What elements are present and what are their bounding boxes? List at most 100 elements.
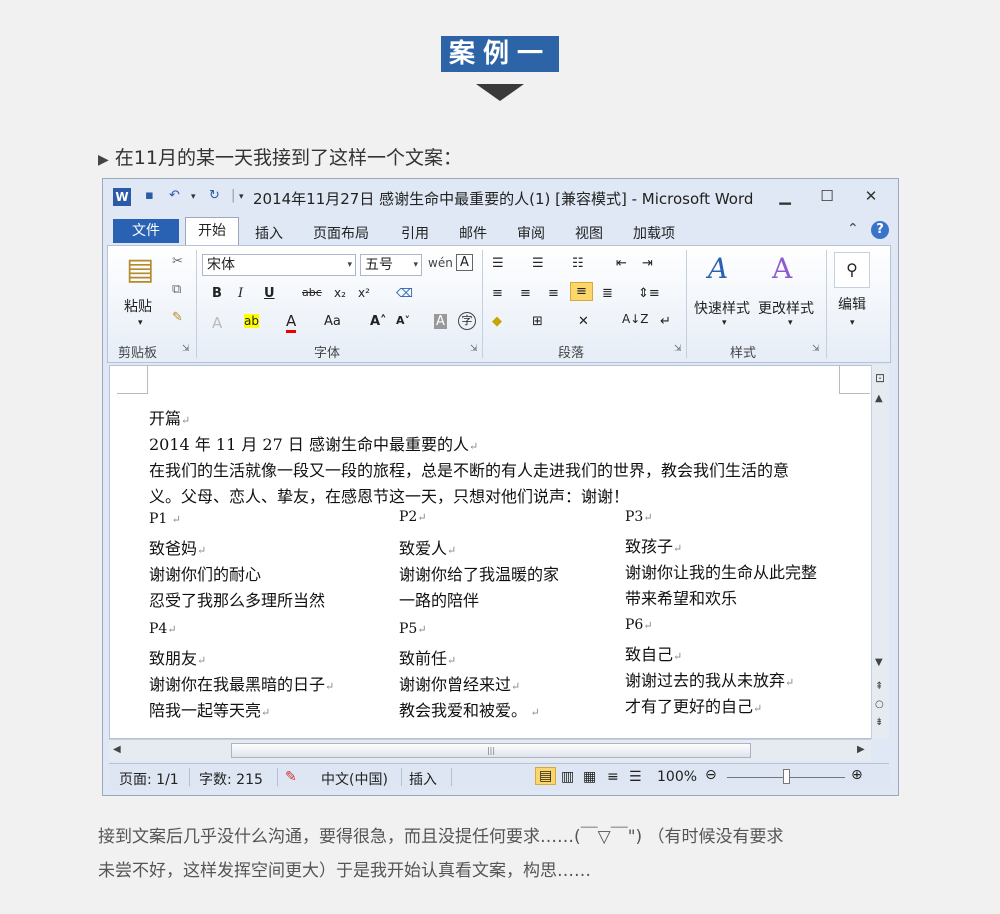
editing-button-label[interactable]: 编辑 (838, 294, 866, 314)
browse-object-icon[interactable]: ○ (875, 699, 884, 710)
align-left-icon[interactable]: ≡ (492, 286, 503, 301)
change-styles-dropdown-icon[interactable]: ▾ (788, 318, 793, 328)
align-center-icon[interactable]: ≡ (520, 286, 531, 301)
highlight-icon[interactable]: ab (244, 314, 259, 328)
subscript-icon[interactable]: x₂ (334, 286, 346, 300)
quick-styles-dropdown-icon[interactable]: ▾ (722, 318, 727, 328)
undo-icon[interactable]: ↶ (169, 188, 180, 203)
shading-icon[interactable]: ◆ (492, 314, 502, 329)
maximize-icon[interactable]: ☐ (813, 187, 841, 205)
help-icon[interactable]: ? (871, 221, 889, 239)
scroll-right-icon[interactable]: ▶ (857, 744, 865, 755)
scroll-down-icon[interactable]: ▼ (875, 657, 883, 668)
collapse-ribbon-icon[interactable]: ⌃ (847, 221, 859, 237)
font-size-combo[interactable]: 五号 ▾ (360, 254, 422, 276)
draft-icon[interactable]: ☰ (629, 769, 642, 785)
zoom-level[interactable]: 100% (657, 769, 697, 785)
font-launcher-icon[interactable]: ⇲ (470, 344, 478, 354)
clear-format-icon[interactable]: ⌫ (396, 286, 413, 300)
insert-mode[interactable]: 插入 (409, 769, 437, 789)
outline-icon[interactable]: ≡ (607, 769, 619, 785)
paste-icon[interactable]: ▤ (126, 252, 154, 287)
language-indicator[interactable]: 中文(中国) (321, 769, 388, 789)
grow-font-icon[interactable]: A˄ (370, 314, 387, 329)
line-spacing-icon[interactable]: ⇕≡ (638, 286, 660, 301)
previous-page-icon[interactable]: ⇞ (875, 681, 883, 692)
zoom-slider-thumb[interactable] (783, 769, 790, 784)
tab-file[interactable]: 文件 (113, 219, 179, 243)
change-styles-icon[interactable]: A (772, 252, 792, 285)
change-styles-label[interactable]: 更改样式 (758, 298, 814, 318)
horizontal-scrollbar[interactable]: ◀ ||| ▶ (109, 739, 871, 761)
superscript-icon[interactable]: x² (358, 286, 370, 300)
tab-insert[interactable]: 插入 (255, 223, 283, 243)
styles-launcher-icon[interactable]: ⇲ (812, 344, 820, 354)
increase-indent-icon[interactable]: ⇥ (642, 256, 653, 271)
col-p3-line3: 带来希望和欢乐 (625, 589, 738, 608)
numbering-icon[interactable]: ☰ (532, 256, 544, 271)
character-shading-icon[interactable]: A (434, 314, 447, 329)
close-icon[interactable]: ✕ (857, 187, 885, 205)
redo-icon[interactable]: ↻ (209, 188, 220, 203)
paragraph-launcher-icon[interactable]: ⇲ (674, 344, 682, 354)
tab-page-layout[interactable]: 页面布局 (313, 223, 369, 243)
decrease-indent-icon[interactable]: ⇤ (616, 256, 627, 271)
word-app-icon[interactable]: W (113, 188, 131, 206)
copy-icon[interactable]: ⧉ (172, 282, 181, 297)
font-color-icon[interactable]: A (286, 312, 297, 333)
scroll-up-icon[interactable]: ▲ (875, 393, 883, 404)
ruler-toggle-icon[interactable]: ⊡ (875, 371, 885, 385)
horizontal-scroll-thumb[interactable]: ||| (231, 743, 751, 758)
tab-home[interactable]: 开始 (185, 217, 239, 245)
enclose-characters-icon[interactable]: 字 (458, 312, 476, 330)
cut-icon[interactable]: ✂ (172, 254, 183, 269)
multilevel-list-icon[interactable]: ☷ (572, 256, 584, 271)
undo-dropdown-icon[interactable]: ▾ (191, 192, 196, 202)
font-name-combo[interactable]: 宋体 ▾ (202, 254, 356, 276)
shrink-font-icon[interactable]: A˅ (396, 314, 410, 327)
change-case-icon[interactable]: Aa (324, 314, 341, 329)
print-layout-icon[interactable]: ▤ (535, 767, 557, 785)
page-count[interactable]: 页面: 1/1 (119, 769, 179, 789)
borders-icon[interactable]: ⊞ (532, 314, 543, 329)
find-icon[interactable]: ⚲ (834, 252, 870, 288)
minimize-icon[interactable]: ▁ (771, 187, 799, 205)
bold-icon[interactable]: B (212, 286, 222, 301)
text-effects-icon[interactable]: A (212, 314, 222, 332)
tab-references[interactable]: 引用 (401, 223, 429, 243)
editing-dropdown-icon[interactable]: ▾ (850, 318, 855, 328)
save-icon[interactable]: ▪ (145, 188, 154, 203)
chinese-layout-icon[interactable]: ✕ (578, 314, 589, 329)
vertical-scrollbar[interactable]: ⊡ ▲ ▼ ⇞ ○ ⇟ (871, 365, 889, 739)
format-painter-icon[interactable]: ✎ (172, 310, 183, 325)
tab-mailings[interactable]: 邮件 (459, 223, 487, 243)
character-border-icon[interactable]: A (456, 254, 473, 271)
tab-view[interactable]: 视图 (575, 223, 603, 243)
next-page-icon[interactable]: ⇟ (875, 717, 883, 728)
strikethrough-icon[interactable]: abc (302, 286, 322, 299)
bullets-icon[interactable]: ☰ (492, 256, 504, 271)
clipboard-launcher-icon[interactable]: ⇲ (182, 344, 190, 354)
customize-qat-icon[interactable]: ▾ (239, 192, 244, 202)
justify-icon[interactable]: ≡ (570, 282, 593, 301)
zoom-in-icon[interactable]: ⊕ (851, 767, 863, 783)
paste-button-label[interactable]: 粘贴 (124, 296, 152, 316)
tab-addins[interactable]: 加载项 (633, 223, 675, 243)
distributed-icon[interactable]: ≣ (602, 286, 613, 301)
quick-styles-icon[interactable]: A (708, 252, 728, 285)
paste-dropdown-icon[interactable]: ▾ (138, 318, 143, 328)
web-layout-icon[interactable]: ▦ (583, 769, 596, 785)
quick-styles-label[interactable]: 快速样式 (694, 298, 750, 318)
sort-icon[interactable]: A↓Z (622, 312, 648, 326)
word-count[interactable]: 字数: 215 (199, 769, 263, 789)
full-screen-reading-icon[interactable]: ▥ (561, 769, 574, 785)
phonetic-guide-icon[interactable]: wén (428, 256, 453, 270)
zoom-out-icon[interactable]: ⊖ (705, 767, 717, 783)
underline-icon[interactable]: U (264, 286, 275, 301)
italic-icon[interactable]: I (238, 286, 243, 301)
proofing-icon[interactable]: ✎ (285, 769, 297, 785)
tab-review[interactable]: 审阅 (517, 223, 545, 243)
show-marks-icon[interactable]: ↵ (660, 314, 671, 329)
align-right-icon[interactable]: ≡ (548, 286, 559, 301)
scroll-left-icon[interactable]: ◀ (113, 744, 121, 755)
